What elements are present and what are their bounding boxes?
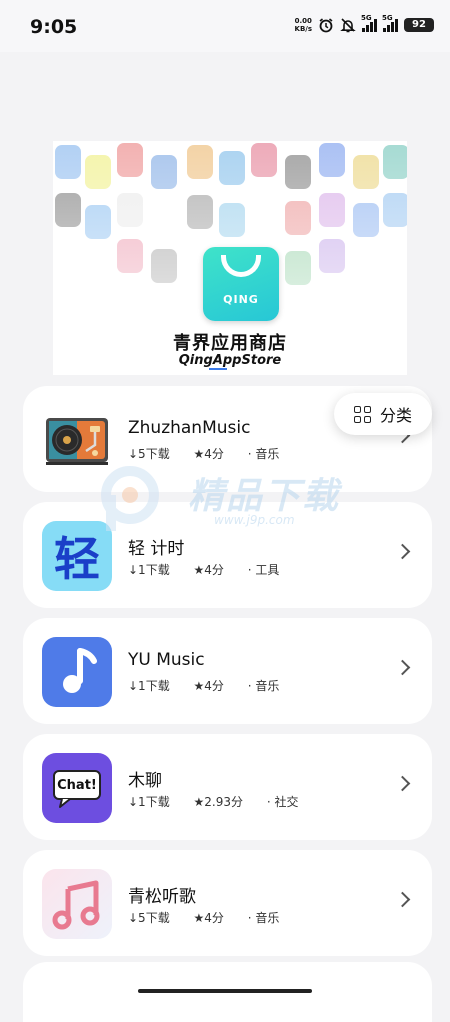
banner-indicator	[209, 368, 227, 370]
app-category: · 社交	[266, 795, 299, 809]
chevron-right-icon	[394, 891, 411, 908]
app-downloads: ↓1下载	[128, 679, 170, 693]
watermark-url: www.j9p.com	[214, 513, 295, 527]
app-name: 木聊	[128, 771, 162, 791]
app-category: · 工具	[247, 563, 280, 577]
music-note-icon	[42, 637, 112, 707]
banner-title: 青界应用商店	[173, 333, 287, 354]
app-name: ZhuzhanMusic	[128, 418, 251, 438]
category-button[interactable]: 分类	[334, 393, 432, 435]
watermark-logo-icon	[101, 466, 159, 531]
chat-bubble-icon: Chat!	[42, 753, 112, 823]
status-bar: 9:05 0.00 KB/s 5G 5G 92	[0, 0, 450, 52]
app-card-muliao[interactable]: Chat! 木聊 ↓1下载 ★2.93分 · 社交	[23, 734, 432, 840]
signal-icon-2: 5G	[382, 14, 398, 32]
app-card-qingsong[interactable]: 青松听歌 ↓5下载 ★4分 · 音乐	[23, 850, 432, 956]
chevron-right-icon	[394, 775, 411, 792]
chat-text: Chat!	[57, 778, 97, 793]
app-name: YU Music	[128, 650, 205, 670]
app-downloads: ↓1下载	[128, 795, 170, 809]
app-rating: ★4分	[193, 911, 224, 925]
net-speed-value: 0.00	[294, 17, 312, 25]
watermark: 精品下载 www.j9p.com	[100, 465, 360, 545]
app-name: 青松听歌	[128, 887, 196, 907]
app-category: · 音乐	[247, 911, 280, 925]
watermark-text: 精品下载	[188, 476, 341, 517]
app-meta: ↓1下载 ★4分 · 工具	[128, 561, 279, 578]
signal-1-label: 5G	[361, 14, 372, 22]
category-label: 分类	[379, 406, 412, 425]
app-meta: ↓1下载 ★2.93分 · 社交	[128, 793, 298, 810]
store-banner[interactable]: QING 青界应用商店 QingAppStore	[53, 141, 407, 375]
app-category: · 音乐	[247, 679, 280, 693]
net-speed: 0.00 KB/s	[295, 17, 312, 33]
app-meta: ↓5下载 ★4分 · 音乐	[128, 909, 279, 926]
app-downloads: ↓1下载	[128, 563, 170, 577]
chevron-right-icon	[394, 543, 411, 560]
battery-icon: 92	[404, 18, 434, 32]
qing-logo: QING	[203, 247, 279, 321]
logo-word: QING	[223, 293, 259, 306]
app-rating: ★4分	[193, 447, 224, 461]
status-icons: 0.00 KB/s 5G 5G 92	[295, 14, 434, 33]
app-rating: ★2.93分	[193, 795, 244, 809]
icon-character: 轻	[54, 532, 100, 586]
bag-icon	[221, 255, 261, 277]
app-card-yu-music[interactable]: YU Music ↓1下载 ★4分 · 音乐	[23, 618, 432, 724]
chevron-right-icon	[394, 659, 411, 676]
status-time: 9:05	[30, 16, 78, 38]
pink-music-note-icon	[42, 869, 112, 939]
mute-bell-icon	[340, 18, 356, 33]
alarm-icon	[319, 18, 333, 33]
app-rating: ★4分	[193, 679, 224, 693]
net-speed-unit: KB/s	[294, 25, 312, 33]
app-meta: ↓1下载 ★4分 · 音乐	[128, 677, 279, 694]
home-indicator[interactable]	[138, 989, 312, 993]
app-downloads: ↓5下载	[128, 447, 170, 461]
app-downloads: ↓5下载	[128, 911, 170, 925]
grid-icon	[353, 405, 371, 423]
signal-icon-1: 5G	[361, 14, 377, 32]
app-meta: ↓5下载 ★4分 · 音乐	[128, 445, 279, 462]
app-category: · 音乐	[247, 447, 280, 461]
banner-subtitle: QingAppStore	[178, 353, 282, 368]
signal-2-label: 5G	[382, 14, 393, 22]
app-rating: ★4分	[193, 563, 224, 577]
